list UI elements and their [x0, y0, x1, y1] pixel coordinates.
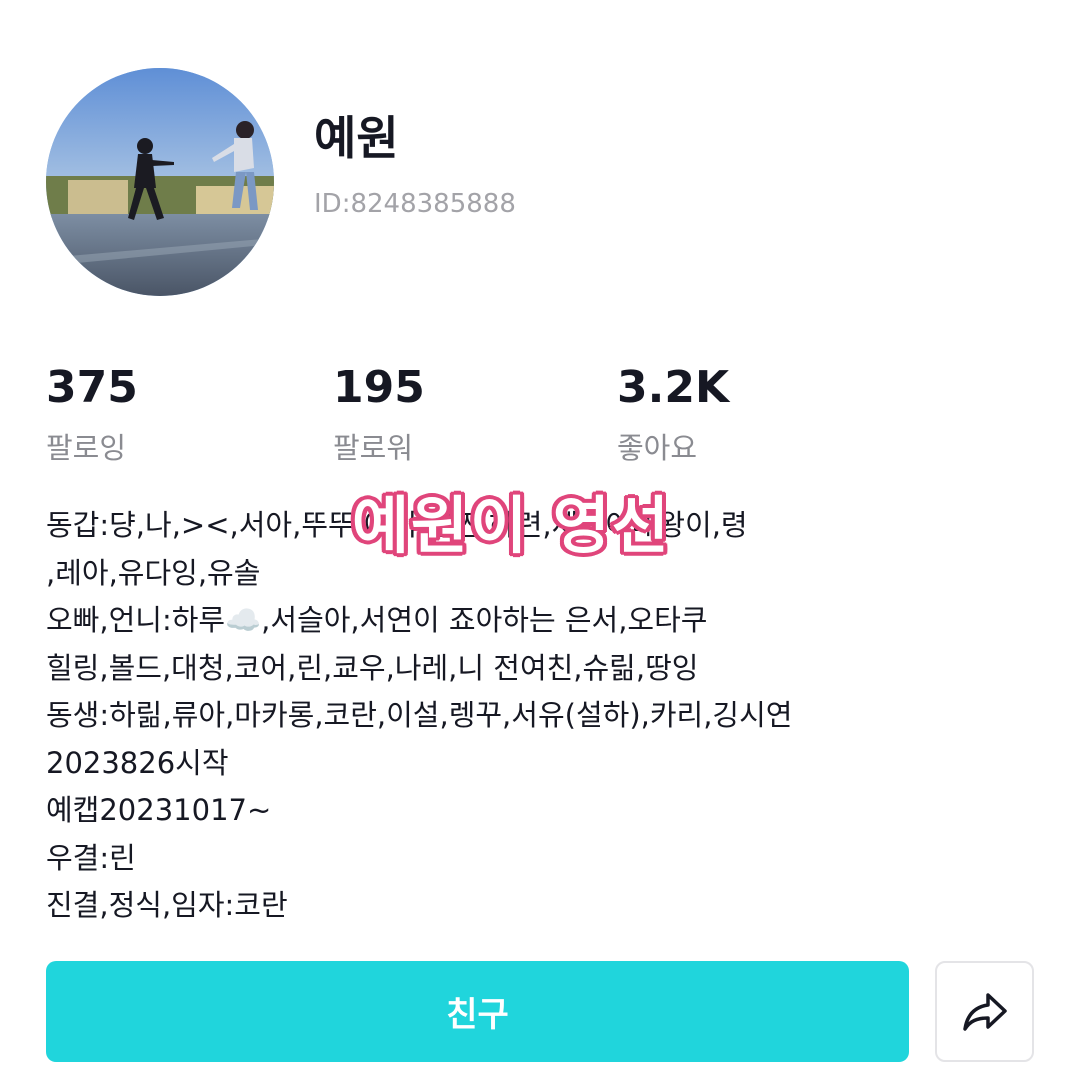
following-stat[interactable]: 375 팔로잉	[46, 360, 138, 468]
likes-count: 3.2K	[617, 362, 730, 413]
bio-line: 예캡20231017~	[46, 793, 272, 827]
bio-line: 동생:하릶,류아,마카롱,코란,이설,렝꾸,서유(설하),카리,깅시연	[46, 698, 793, 732]
followers-count: 195	[333, 362, 425, 413]
bio-line: 힐링,볼드,대청,코어,린,쿄우,나레,니 전여친,슈릶,땅잉	[46, 650, 699, 685]
friend-button[interactable]: 친구	[46, 961, 909, 1062]
followers-stat[interactable]: 195 팔로워	[333, 360, 425, 468]
bio-line: 오빠,언니:하루☁️,서슬아,서연이 죠아하는 은서,오타쿠	[46, 603, 708, 637]
likes-stat[interactable]: 3.2K 좋아요	[617, 360, 729, 468]
overlay-caption: 예원이 영선	[352, 489, 671, 562]
followers-label: 팔로워	[333, 431, 414, 465]
profile-id: ID:8248385888	[314, 189, 516, 219]
profile-bio: 동갑:댱,나,><,서아,뚜뚜,에이,찐찐,하련,세종이대왕이,령 ,레아,유다…	[46, 502, 1036, 930]
profile-name: 예원	[314, 111, 399, 165]
share-arrow-icon	[962, 992, 1007, 1031]
following-count: 375	[46, 362, 138, 413]
bio-line: 2023826시작	[46, 745, 229, 780]
bio-line: 우결:린	[46, 840, 136, 875]
profile-avatar[interactable]	[46, 68, 274, 296]
likes-label: 좋아요	[617, 431, 698, 465]
avatar-photo	[46, 68, 274, 296]
share-button[interactable]	[935, 961, 1034, 1062]
following-label: 팔로잉	[46, 431, 127, 465]
bio-line: 진결,정식,임자:코란	[46, 888, 288, 922]
